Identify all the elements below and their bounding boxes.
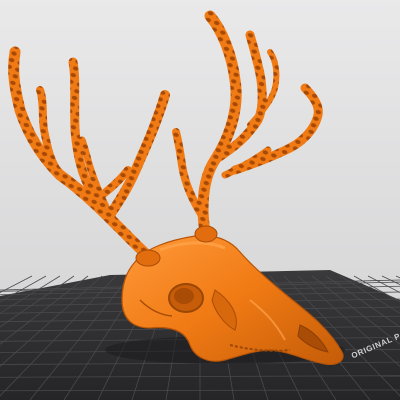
right-pedicle xyxy=(194,225,218,243)
scene-canvas[interactable] xyxy=(0,0,400,400)
right-antler xyxy=(172,10,323,238)
left-pedicle xyxy=(135,249,161,267)
left-antler xyxy=(8,46,170,264)
3d-viewport[interactable]: ORIGINAL P xyxy=(0,0,400,400)
antlers[interactable] xyxy=(8,10,323,264)
